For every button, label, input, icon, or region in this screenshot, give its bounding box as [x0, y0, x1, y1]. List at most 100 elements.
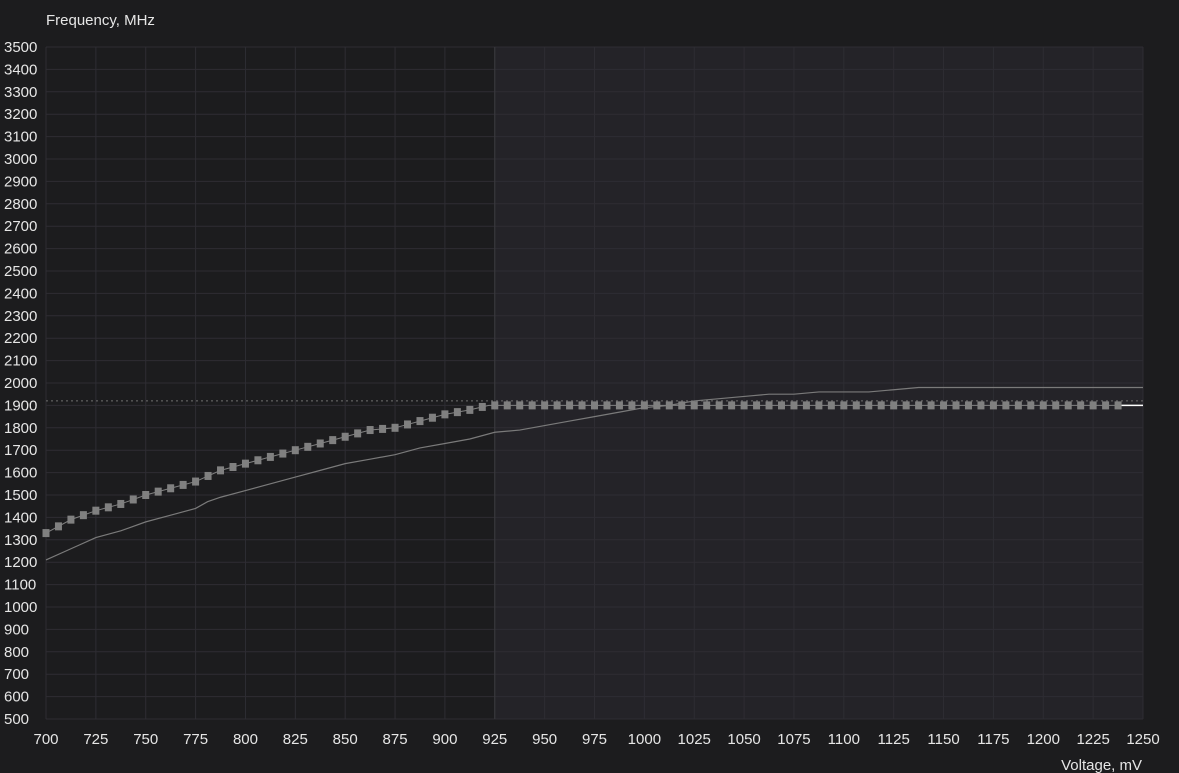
curve-point-marker[interactable]: [528, 401, 536, 410]
curve-point-marker[interactable]: [852, 401, 860, 410]
curve-point-marker[interactable]: [441, 410, 449, 419]
curve-point-marker[interactable]: [466, 405, 474, 414]
curve-point-marker[interactable]: [291, 446, 299, 455]
curve-point-marker[interactable]: [428, 413, 436, 422]
curve-point-marker[interactable]: [1014, 401, 1022, 410]
y-tick-label: 2000: [4, 375, 37, 392]
curve-point-marker[interactable]: [516, 401, 524, 410]
curve-point-marker[interactable]: [578, 401, 586, 410]
curve-point-marker[interactable]: [453, 408, 461, 417]
curve-point-marker[interactable]: [254, 456, 262, 465]
curve-point-marker[interactable]: [491, 401, 499, 410]
curve-point-marker[interactable]: [329, 436, 337, 445]
curve-point-marker[interactable]: [241, 459, 249, 468]
curve-point-marker[interactable]: [902, 401, 910, 410]
y-tick-label: 800: [4, 644, 29, 661]
curve-point-marker[interactable]: [553, 401, 561, 410]
curve-point-marker[interactable]: [304, 442, 312, 451]
curve-point-marker[interactable]: [1077, 401, 1085, 410]
x-tick-label: 900: [432, 731, 457, 748]
curve-point-marker[interactable]: [1027, 401, 1035, 410]
curve-point-marker[interactable]: [1002, 401, 1010, 410]
curve-point-marker[interactable]: [989, 401, 997, 410]
curve-point-marker[interactable]: [192, 477, 200, 486]
curve-point-marker[interactable]: [753, 401, 761, 410]
curve-point-marker[interactable]: [478, 402, 486, 411]
curve-point-marker[interactable]: [204, 471, 212, 480]
curve-point-marker[interactable]: [827, 401, 835, 410]
curve-point-marker[interactable]: [877, 401, 885, 410]
curve-point-marker[interactable]: [129, 495, 137, 504]
curve-point-marker[interactable]: [615, 401, 623, 410]
curve-point-marker[interactable]: [865, 401, 873, 410]
curve-point-marker[interactable]: [1102, 401, 1110, 410]
curve-point-marker[interactable]: [316, 439, 324, 448]
chart-svg[interactable]: 3500 3400 3300 3200 3100 3000 2900 2800 2700 2600…: [0, 0, 1179, 773]
curve-point-marker[interactable]: [640, 401, 648, 410]
curve-point-marker[interactable]: [890, 401, 898, 410]
curve-point-marker[interactable]: [416, 417, 424, 426]
curve-point-marker[interactable]: [54, 522, 62, 531]
curve-point-marker[interactable]: [279, 449, 287, 458]
curve-point-marker[interactable]: [715, 401, 723, 410]
curve-point-marker[interactable]: [802, 401, 810, 410]
curve-point-marker[interactable]: [1064, 401, 1072, 410]
curve-point-marker[interactable]: [940, 401, 948, 410]
curve-point-marker[interactable]: [840, 401, 848, 410]
curve-point-marker[interactable]: [503, 401, 511, 410]
curve-point-marker[interactable]: [815, 401, 823, 410]
curve-point-marker[interactable]: [1039, 401, 1047, 410]
curve-point-marker[interactable]: [266, 452, 274, 461]
curve-point-marker[interactable]: [67, 515, 75, 524]
curve-point-marker[interactable]: [154, 487, 162, 496]
curve-point-marker[interactable]: [591, 401, 598, 410]
curve-point-marker[interactable]: [1089, 401, 1097, 410]
curve-point-marker[interactable]: [391, 423, 399, 432]
y-tick-label: 2200: [4, 330, 37, 347]
curve-point-marker[interactable]: [728, 401, 736, 410]
curve-point-marker[interactable]: [79, 511, 87, 520]
curve-point-marker[interactable]: [1052, 401, 1060, 410]
x-tick-label: 725: [83, 731, 108, 748]
curve-point-marker[interactable]: [653, 401, 661, 410]
curve-point-marker[interactable]: [1114, 401, 1122, 410]
curve-point-marker[interactable]: [541, 401, 549, 410]
curve-point-marker[interactable]: [952, 401, 960, 410]
y-tick-label: 500: [4, 711, 29, 728]
curve-point-marker[interactable]: [42, 529, 50, 538]
x-tick-label: 1025: [678, 731, 711, 748]
curve-point-marker[interactable]: [379, 424, 387, 433]
curve-point-marker[interactable]: [167, 484, 175, 493]
curve-point-marker[interactable]: [628, 401, 636, 410]
curve-point-marker[interactable]: [603, 401, 611, 410]
vf-curve-chart[interactable]: 3500 3400 3300 3200 3100 3000 2900 2800 2700 2600…: [0, 0, 1179, 773]
x-tick-label: 800: [233, 731, 258, 748]
curve-point-marker[interactable]: [678, 401, 686, 410]
curve-point-marker[interactable]: [366, 426, 374, 435]
curve-point-marker[interactable]: [229, 463, 237, 471]
curve-point-marker[interactable]: [341, 432, 349, 441]
curve-point-marker[interactable]: [790, 401, 798, 410]
curve-point-marker[interactable]: [665, 401, 673, 410]
curve-point-marker[interactable]: [104, 503, 112, 512]
curve-point-marker[interactable]: [915, 401, 923, 410]
curve-point-marker[interactable]: [927, 401, 935, 410]
curve-point-marker[interactable]: [964, 401, 972, 410]
curve-point-marker[interactable]: [354, 429, 362, 438]
curve-point-marker[interactable]: [566, 401, 574, 410]
curve-point-marker[interactable]: [777, 401, 785, 410]
curve-point-marker[interactable]: [117, 499, 125, 508]
x-tick-label: 1000: [628, 731, 661, 748]
curve-point-marker[interactable]: [977, 401, 985, 410]
curve-point-marker[interactable]: [690, 401, 698, 410]
curve-point-marker[interactable]: [703, 401, 711, 410]
y-tick-label: 2900: [4, 173, 37, 190]
curve-point-marker[interactable]: [740, 401, 748, 410]
curve-point-marker[interactable]: [92, 506, 100, 515]
curve-point-marker[interactable]: [217, 466, 225, 475]
curve-point-marker[interactable]: [765, 401, 773, 410]
curve-point-marker[interactable]: [404, 420, 412, 429]
y-tick-label: 2300: [4, 308, 37, 325]
curve-point-marker[interactable]: [142, 491, 150, 499]
curve-point-marker[interactable]: [179, 480, 187, 489]
